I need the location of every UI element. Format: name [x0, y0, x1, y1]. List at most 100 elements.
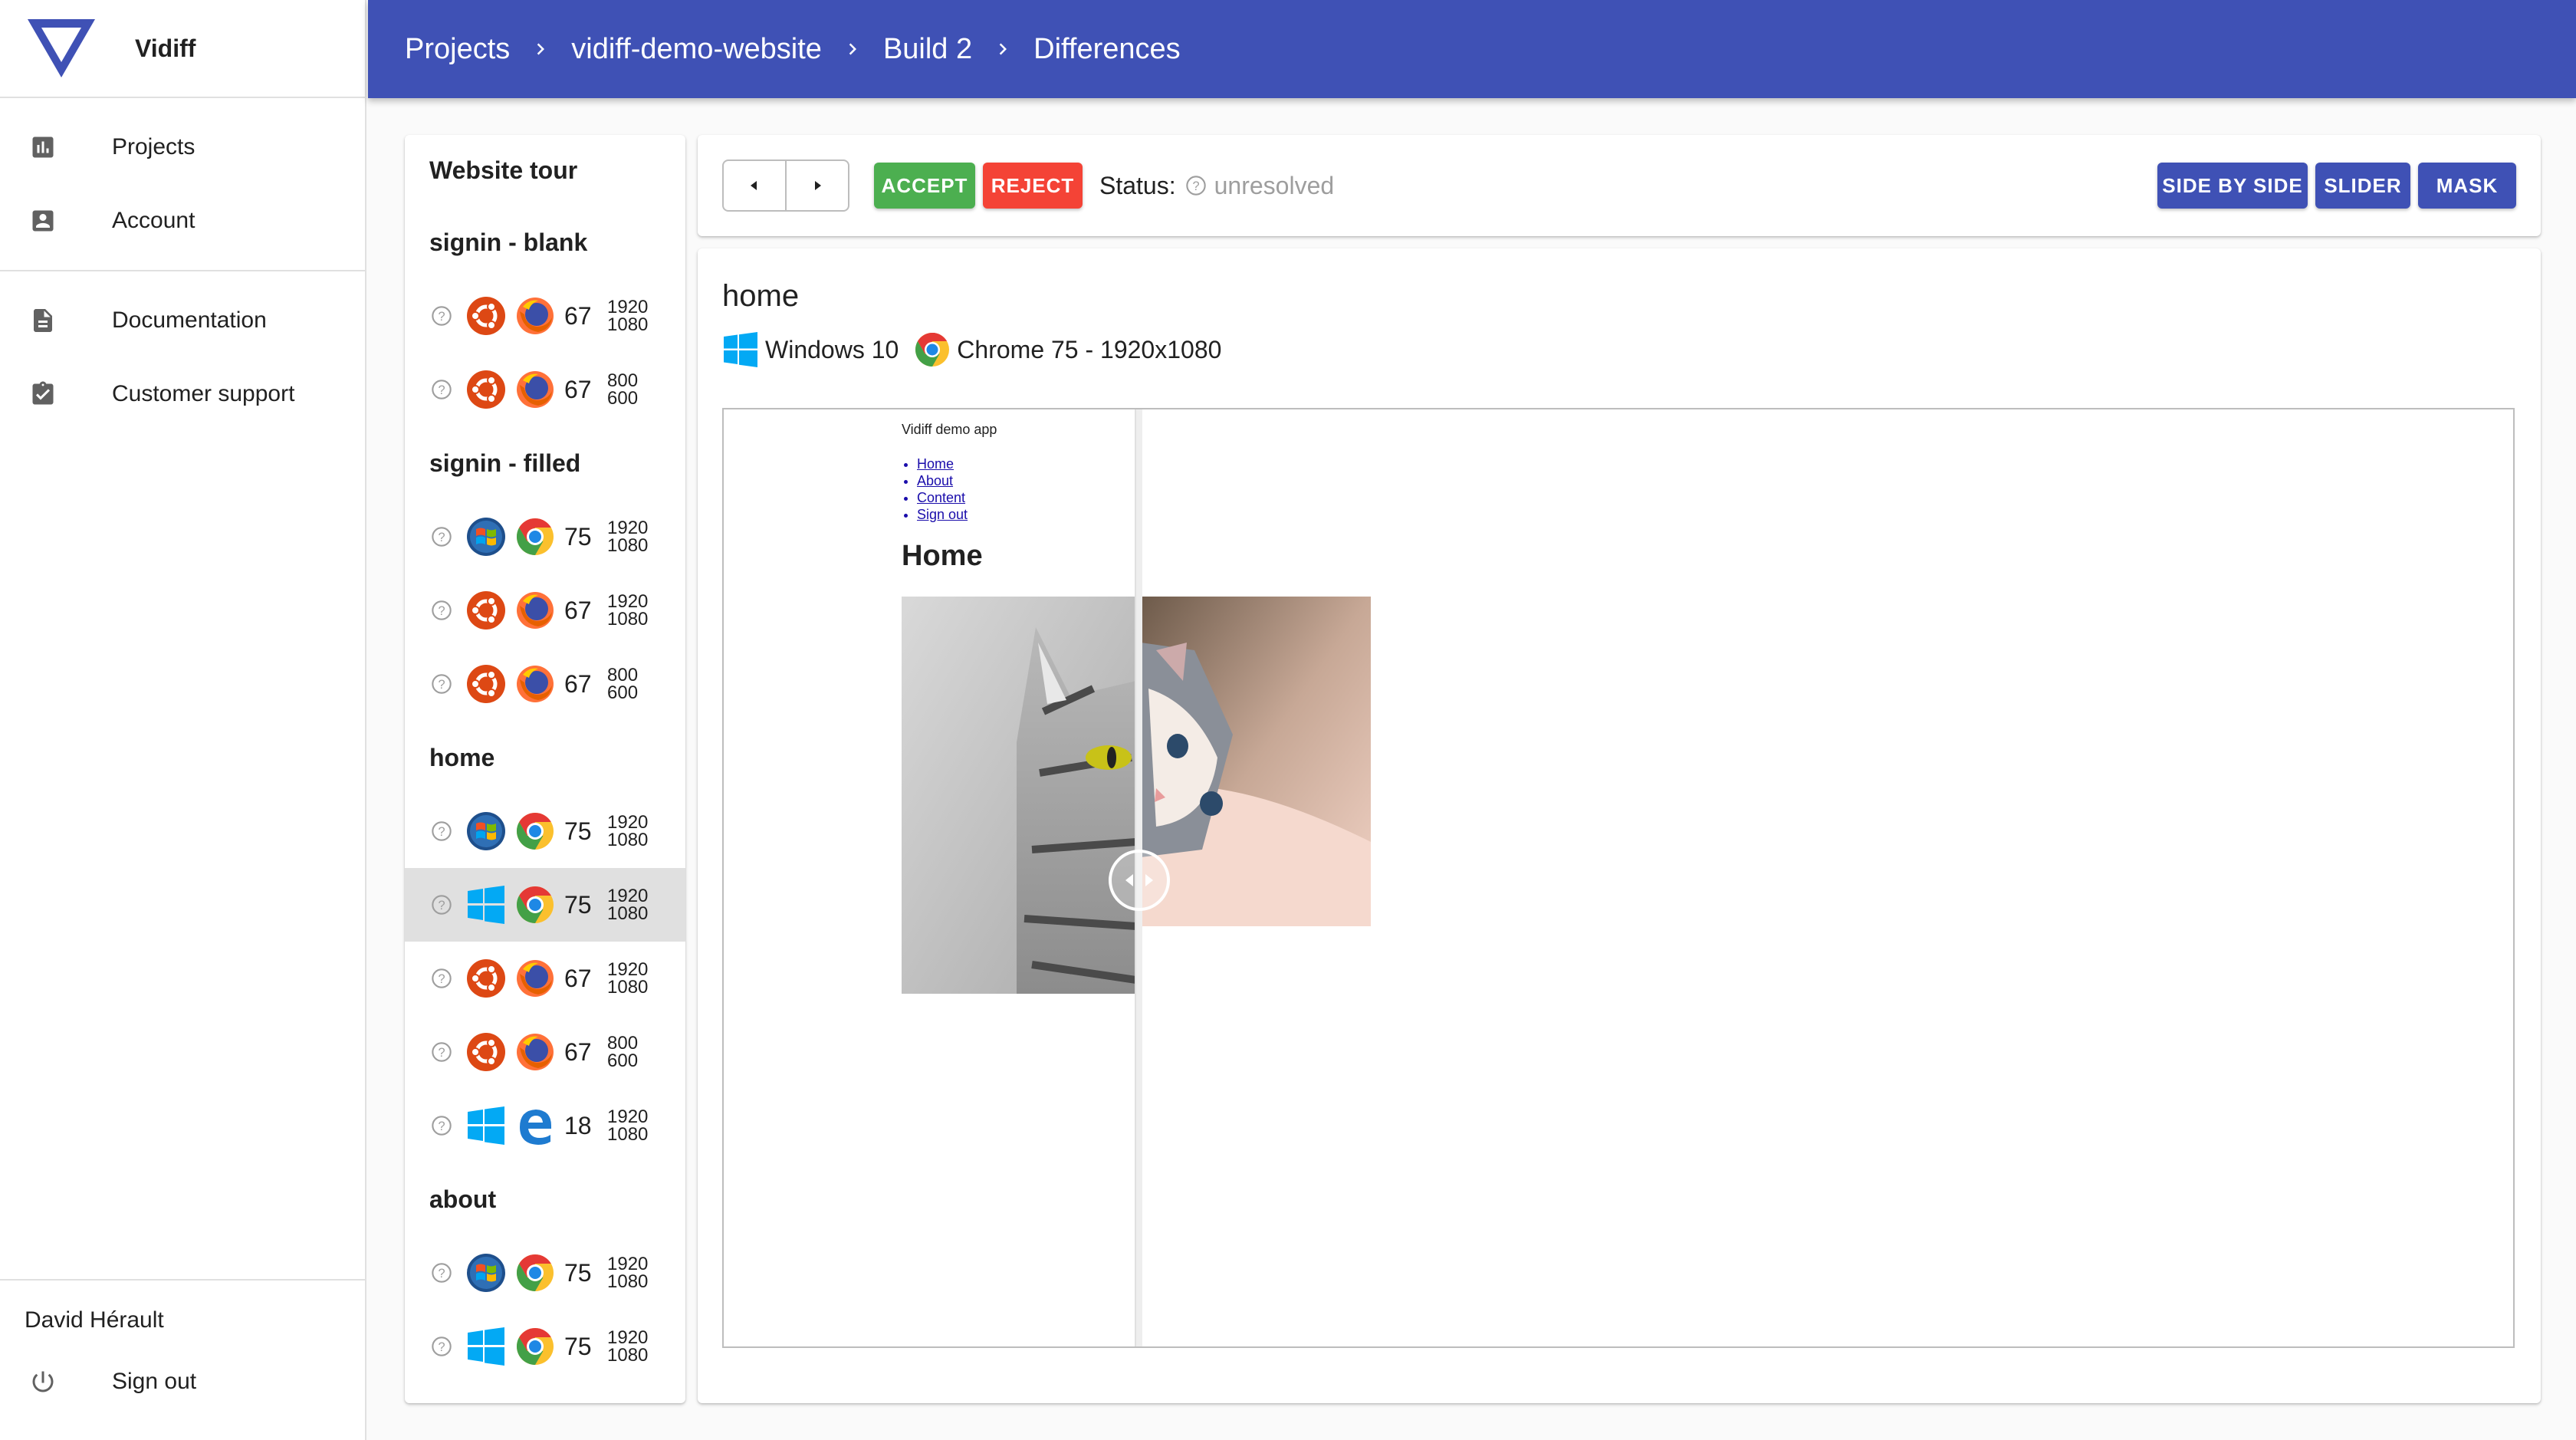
resolution-height: 600 — [607, 682, 639, 703]
sign-out-button[interactable]: Sign out — [0, 1345, 365, 1419]
mask-button[interactable]: MASK — [2418, 163, 2516, 209]
svg-text:?: ? — [438, 1119, 445, 1133]
test-row[interactable]: ? 18 1920 1080 — [405, 1089, 685, 1162]
breadcrumb-build[interactable]: Build 2 — [883, 33, 972, 66]
resolution-height: 1080 — [607, 830, 649, 850]
browser-version: 67 — [564, 596, 592, 624]
resolution-height: 1080 — [607, 903, 649, 924]
resolution-height: 1080 — [607, 609, 649, 630]
nav-label: Customer support — [112, 381, 295, 406]
test-row[interactable]: ? 75 1920 1080 — [405, 1236, 685, 1310]
windows-10-icon — [724, 332, 757, 367]
help-circle-icon: ? — [1185, 176, 1206, 196]
help-nav: Documentation Customer support — [0, 271, 365, 443]
nav-item-projects[interactable]: Projects — [0, 110, 365, 184]
current-cat-image — [1141, 597, 1371, 926]
resolution: 1920 1080 — [607, 1108, 649, 1145]
chrome-icon — [515, 517, 555, 557]
resolution-width: 1920 — [607, 518, 649, 538]
test-row[interactable]: ? 67 1920 1080 — [405, 279, 685, 353]
test-row[interactable]: ? 67 1920 1080 — [405, 942, 685, 1015]
resolution-width: 1920 — [607, 812, 649, 833]
resolution-height: 1080 — [607, 1124, 649, 1145]
svg-text:?: ? — [438, 383, 445, 397]
svg-text:?: ? — [1192, 179, 1199, 193]
test-row[interactable]: ? 75 1920 1080 — [405, 794, 685, 868]
help-circle-icon: ? — [431, 1336, 452, 1357]
help-circle-icon: ? — [431, 379, 452, 400]
os-name: Windows 10 — [765, 335, 899, 363]
test-row[interactable]: ? 67 800 600 — [405, 647, 685, 721]
help-circle-icon: ? — [431, 526, 452, 547]
resolution-height: 1080 — [607, 1271, 649, 1292]
svg-text:?: ? — [438, 531, 445, 544]
drawer-footer: David Hérault Sign out — [0, 1279, 365, 1440]
resolution: 1920 1080 — [607, 1329, 649, 1366]
user-name: David Hérault — [25, 1307, 164, 1333]
prev-next-group — [722, 159, 849, 212]
test-row[interactable]: ? 75 1920 1080 — [405, 1310, 685, 1383]
next-button[interactable] — [785, 161, 848, 210]
windows-7-icon — [466, 811, 506, 851]
nav-item-account[interactable]: Account — [0, 184, 365, 258]
document-icon — [28, 305, 58, 336]
assignment-check-icon — [28, 379, 58, 409]
side-by-side-button[interactable]: SIDE BY SIDE — [2157, 163, 2308, 209]
resolution-height: 600 — [607, 1050, 639, 1071]
test-row[interactable]: ? 67 1920 1080 — [405, 574, 685, 647]
test-row[interactable]: ? 75 1920 1080 — [405, 868, 685, 942]
test-row[interactable]: ? 67 800 600 — [405, 1015, 685, 1089]
help-circle-icon: ? — [431, 820, 452, 842]
test-row[interactable]: ? 67 800 600 — [405, 353, 685, 426]
captured-nav-link: Home — [917, 455, 968, 472]
help-circle-icon: ? — [431, 600, 452, 621]
previous-button[interactable] — [724, 161, 785, 210]
test-list-body: signin - blank? 67 1920 1080? 67 800 600 signin… — [405, 205, 685, 1383]
firefox-icon — [515, 296, 555, 336]
brand[interactable]: Vidiff — [0, 0, 365, 98]
resolution-width: 1920 — [607, 591, 649, 612]
browser-name: Chrome 75 - 1920x1080 — [957, 335, 1222, 363]
chevron-right-icon — [510, 38, 571, 61]
slider-button[interactable]: SLIDER — [2315, 163, 2410, 209]
resolution: 1920 1080 — [607, 298, 648, 334]
resolution: 1920 1080 — [607, 812, 649, 850]
breadcrumb-project[interactable]: vidiff-demo-website — [571, 33, 822, 66]
resolution-height: 1080 — [607, 1345, 649, 1366]
resolution: 1920 1080 — [607, 887, 649, 924]
chrome-icon — [915, 333, 950, 367]
bar-chart-icon — [28, 132, 58, 163]
accept-button[interactable]: ACCEPT — [874, 163, 975, 209]
vidiff-logo-icon — [28, 19, 95, 77]
baseline-cat-image — [902, 597, 1136, 994]
account-box-icon — [28, 205, 58, 236]
browser-version: 75 — [564, 522, 592, 551]
edge-icon — [515, 1106, 555, 1146]
help-circle-icon: ? — [431, 968, 452, 989]
reject-button[interactable]: REJECT — [983, 163, 1083, 209]
resolution: 1920 1080 — [607, 518, 649, 556]
section-title: signin - filled — [429, 449, 581, 477]
screenshot-comparison: Vidiff demo app Home About Content Sign … — [722, 408, 2515, 1348]
browser-version: 67 — [564, 669, 592, 698]
test-row[interactable]: ? 75 1920 1080 — [405, 500, 685, 574]
chrome-icon — [515, 885, 555, 925]
resolution: 1920 1080 — [607, 591, 649, 630]
nav-item-documentation[interactable]: Documentation — [0, 284, 365, 357]
svg-text:?: ? — [438, 1046, 445, 1060]
nav-label: Projects — [112, 134, 196, 159]
browser-version: 75 — [564, 1258, 592, 1287]
nav-item-customer-support[interactable]: Customer support — [0, 357, 365, 431]
resolution-width: 1920 — [607, 297, 649, 317]
slider-handle[interactable] — [1109, 850, 1170, 911]
help-circle-icon: ? — [431, 894, 452, 916]
resolution-height: 1080 — [607, 535, 649, 556]
resolution: 800 600 — [607, 1034, 638, 1070]
breadcrumb: Projects vidiff-demo-website Build 2 Dif… — [368, 0, 2576, 98]
svg-text:?: ? — [438, 972, 445, 986]
firefox-icon — [515, 958, 555, 998]
breadcrumb-projects[interactable]: Projects — [405, 33, 510, 66]
resolution: 800 600 — [607, 372, 638, 408]
arrow-left-icon — [751, 181, 757, 190]
section-title: signin - blank — [429, 228, 588, 256]
